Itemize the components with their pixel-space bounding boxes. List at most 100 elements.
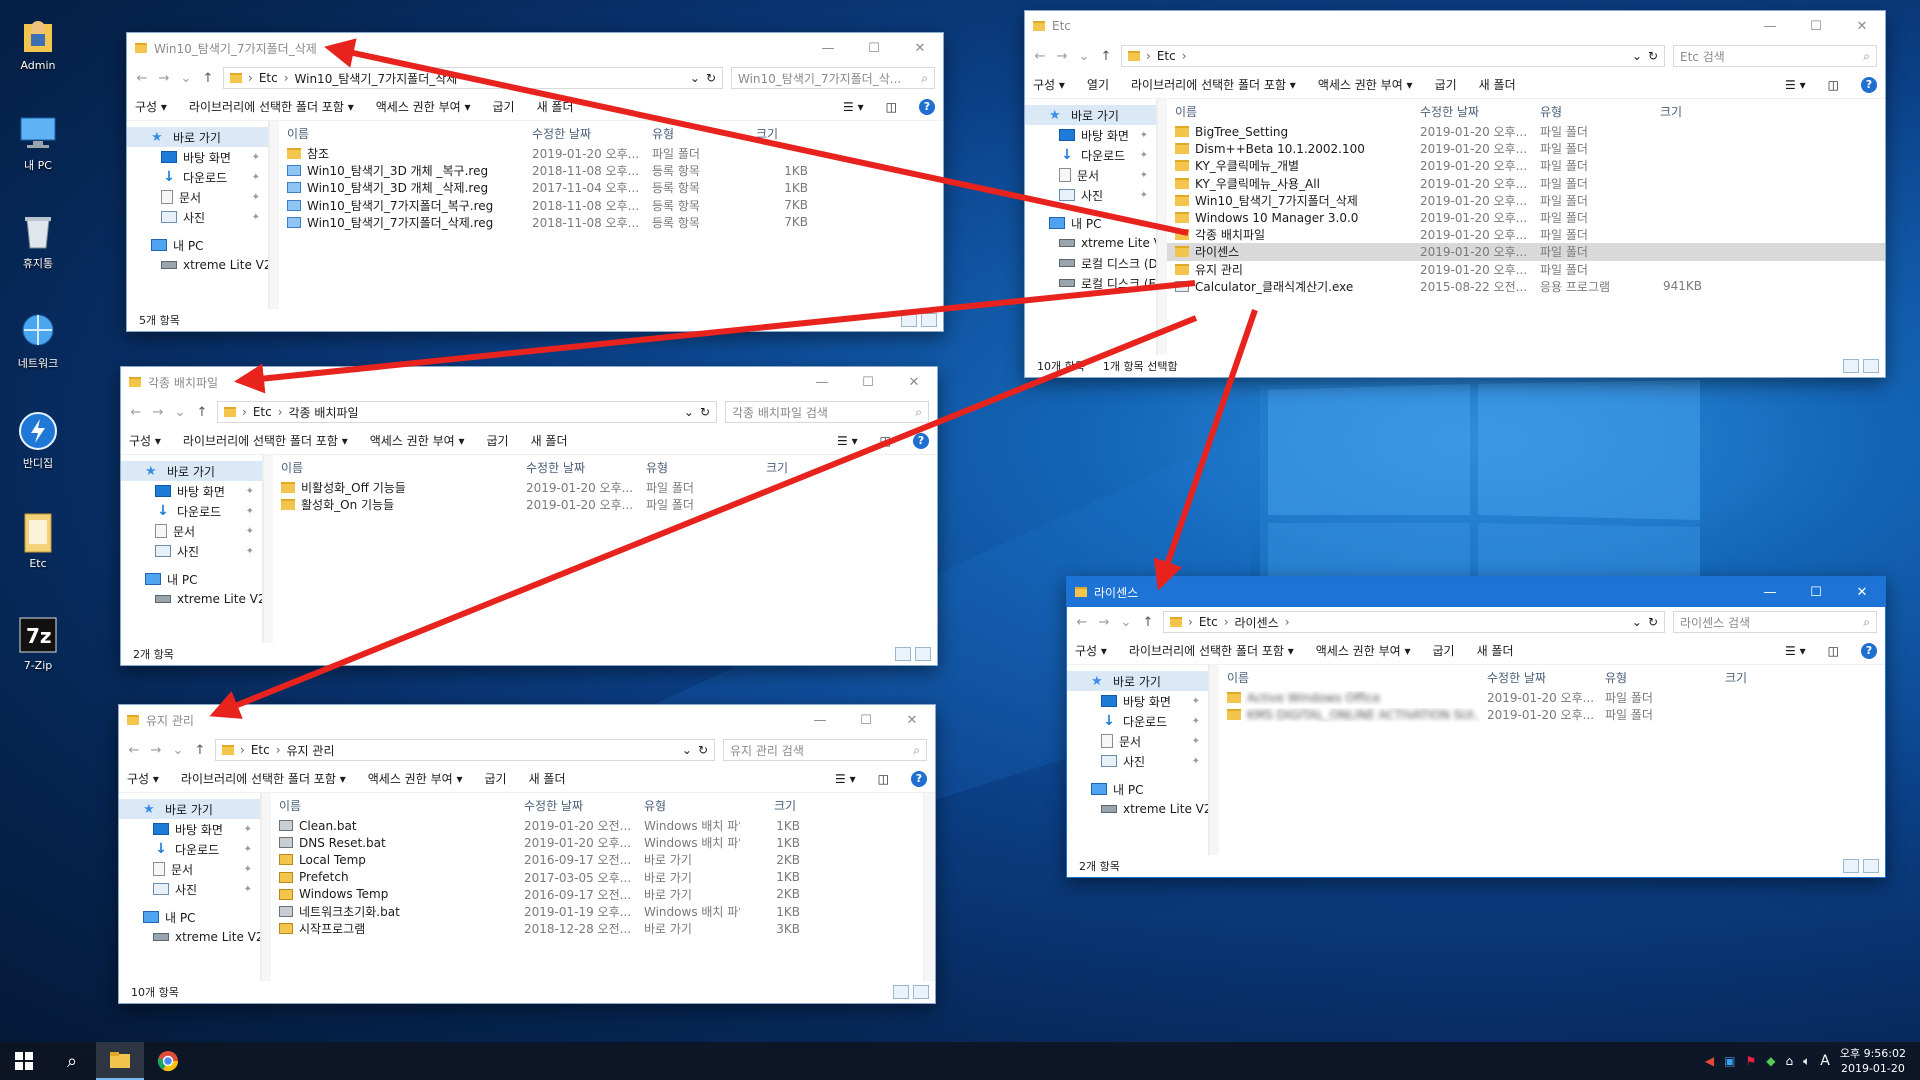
preview-pane-icon[interactable]: ◫ — [880, 434, 891, 448]
nav-scrollbar[interactable] — [269, 121, 279, 309]
preview-pane-icon[interactable]: ◫ — [886, 100, 897, 114]
library-button[interactable]: 라이브러리에 선택한 폴더 포함 ▾ — [181, 770, 346, 787]
nav-documents[interactable]: 문서 ✦ — [1067, 731, 1208, 751]
column-type[interactable]: 유형 — [644, 125, 748, 142]
nav-local-e[interactable]: 로컬 디스크 (E:) — [1025, 273, 1156, 293]
file-row[interactable]: KMS DIGITAL_ONLINE ACTIVATION SUI... 2019… — [1219, 706, 1885, 723]
burn-button[interactable]: 굽기 — [1435, 76, 1457, 93]
nav-desktop[interactable]: 바탕 화면 ✦ — [121, 481, 262, 501]
nav-downloads[interactable]: ↓ 다운로드 ✦ — [119, 839, 260, 859]
file-row[interactable]: Win10_탐색기_7가지폴더_삭제 2019-01-20 오후... 파일 폴더 — [1167, 192, 1885, 209]
desktop-icon-7zip[interactable]: 7z 7-Zip — [6, 614, 70, 672]
nav-documents[interactable]: 문서 ✦ — [119, 859, 260, 879]
share-button[interactable]: 액세스 권한 부여 ▾ — [370, 432, 465, 449]
share-button[interactable]: 액세스 권한 부여 ▾ — [1318, 76, 1413, 93]
nav-quick-access[interactable]: ★ 바로 가기 — [1025, 105, 1156, 125]
file-row[interactable]: 네트워크초기화.bat 2019-01-19 오후... Windows 배치 파일… — [271, 903, 923, 920]
view-options-icon[interactable]: ☰ ▾ — [843, 100, 864, 114]
nav-drive[interactable]: xtreme Lite V2.5 — [1025, 233, 1156, 253]
ime-indicator[interactable]: A — [1820, 1053, 1830, 1069]
new-folder-button[interactable]: 새 폴더 — [1479, 76, 1516, 93]
refresh-icon[interactable]: ↻ — [700, 405, 710, 419]
organize-button[interactable]: 구성 ▾ — [127, 770, 159, 787]
view-options-icon[interactable]: ☰ ▾ — [1785, 644, 1806, 658]
column-modified[interactable]: 수정한 날짜 — [524, 125, 644, 142]
nav-desktop[interactable]: 바탕 화면 ✦ — [1067, 691, 1208, 711]
path-segment[interactable]: 라이센스 — [1235, 614, 1279, 631]
chevron-down-icon[interactable]: ⌄ — [179, 71, 193, 86]
file-row[interactable]: Windows Temp 2016-09-17 오전... 바로 가기 2KB — [271, 886, 923, 903]
minimize-button[interactable]: — — [1747, 19, 1793, 34]
close-button[interactable]: ✕ — [1839, 585, 1885, 600]
column-type[interactable]: 유형 — [1532, 103, 1652, 120]
forward-icon[interactable]: → — [149, 743, 163, 758]
nav-pictures[interactable]: 사진 ✦ — [1025, 185, 1156, 205]
maximize-button[interactable]: ☐ — [1793, 585, 1839, 600]
up-icon[interactable]: ↑ — [193, 743, 207, 758]
desktop-icon-network[interactable]: 네트워크 — [6, 310, 70, 371]
file-row[interactable]: 활성화_On 기능들 2019-01-20 오후... 파일 폴더 — [273, 496, 937, 513]
chevron-down-icon[interactable]: ⌄ — [1632, 615, 1642, 629]
nav-downloads[interactable]: ↓ 다운로드 ✦ — [121, 501, 262, 521]
burn-button[interactable]: 굽기 — [1432, 642, 1454, 659]
column-name[interactable]: 이름 — [1219, 669, 1479, 686]
nav-downloads[interactable]: ↓ 다운로드 ✦ — [127, 167, 268, 187]
explorer-window-maintenance[interactable]: 유지 관리 — ☐ ✕ ← → ⌄ ↑ › Etc › 유지 관리 ⌄ ↻ 유지 관리 검색 ⌕ 구성 … — [118, 704, 936, 1004]
column-name[interactable]: 이름 — [273, 459, 518, 476]
column-type[interactable]: 유형 — [636, 797, 766, 814]
help-icon[interactable]: ? — [919, 98, 935, 115]
details-view-icon[interactable] — [1843, 359, 1859, 373]
help-icon[interactable]: ? — [1861, 642, 1877, 659]
file-row[interactable]: Win10_탐색기_7가지폴더_삭제.reg 2018-11-08 오후... 등록… — [279, 214, 943, 231]
nav-desktop[interactable]: 바탕 화면 ✦ — [119, 819, 260, 839]
title-bar[interactable]: 유지 관리 — ☐ ✕ — [119, 705, 935, 735]
column-type[interactable]: 유형 — [1597, 669, 1717, 686]
nav-downloads[interactable]: ↓ 다운로드 ✦ — [1025, 145, 1156, 165]
library-button[interactable]: 라이브러리에 선택한 폴더 포함 ▾ — [1131, 76, 1296, 93]
file-row[interactable]: Win10_탐색기_7가지폴더_복구.reg 2018-11-08 오후... 등록… — [279, 197, 943, 214]
back-icon[interactable]: ← — [127, 743, 141, 758]
large-icons-view-icon[interactable] — [1863, 859, 1879, 873]
column-size[interactable]: 크기 — [766, 797, 826, 814]
nav-scrollbar[interactable] — [1209, 665, 1219, 855]
refresh-icon[interactable]: ↻ — [706, 71, 716, 85]
back-icon[interactable]: ← — [129, 405, 143, 420]
details-view-icon[interactable] — [1843, 859, 1859, 873]
chevron-down-icon[interactable]: ⌄ — [682, 743, 692, 757]
share-button[interactable]: 액세스 권한 부여 ▾ — [368, 770, 463, 787]
close-button[interactable]: ✕ — [1839, 19, 1885, 34]
file-row[interactable]: 비활성화_Off 기능들 2019-01-20 오후... 파일 폴더 — [273, 479, 937, 496]
column-size[interactable]: 크기 — [758, 459, 818, 476]
burn-button[interactable]: 굽기 — [492, 98, 514, 115]
nav-documents[interactable]: 문서 ✦ — [1025, 165, 1156, 185]
nav-this-pc[interactable]: 내 PC — [119, 907, 260, 927]
path-segment[interactable]: Etc — [259, 71, 278, 85]
path-box[interactable]: › Etc › Win10_탐색기_7가지폴더_삭제 ⌄ ↻ — [223, 67, 723, 89]
share-button[interactable]: 액세스 권한 부여 ▾ — [1316, 642, 1411, 659]
column-modified[interactable]: 수정한 날짜 — [1479, 669, 1597, 686]
maximize-button[interactable]: ☐ — [851, 41, 897, 56]
refresh-icon[interactable]: ↻ — [1648, 615, 1658, 629]
file-row[interactable]: Win10_탐색기_3D 개체 _복구.reg 2018-11-08 오후... 등… — [279, 162, 943, 179]
forward-icon[interactable]: → — [1055, 49, 1069, 64]
nav-this-pc[interactable]: 내 PC — [121, 569, 262, 589]
new-folder-button[interactable]: 새 폴더 — [537, 98, 574, 115]
details-view-icon[interactable] — [893, 985, 909, 999]
preview-pane-icon[interactable]: ◫ — [1828, 644, 1839, 658]
nav-scrollbar[interactable] — [1157, 99, 1167, 355]
search-input[interactable]: 각종 배치파일 검색 ⌕ — [725, 401, 929, 423]
path-box[interactable]: › Etc › ⌄ ↻ — [1121, 45, 1665, 67]
nav-documents[interactable]: 문서 ✦ — [127, 187, 268, 207]
nav-desktop[interactable]: 바탕 화면 ✦ — [127, 147, 268, 167]
path-segment[interactable]: Etc — [251, 743, 270, 757]
view-options-icon[interactable]: ☰ ▾ — [835, 772, 856, 786]
search-button[interactable]: ⌕ — [48, 1042, 96, 1080]
up-icon[interactable]: ↑ — [1141, 615, 1155, 630]
nav-drive[interactable]: xtreme Lite V2.5 — [1067, 799, 1208, 819]
nav-pictures[interactable]: 사진 ✦ — [119, 879, 260, 899]
chevron-down-icon[interactable]: ⌄ — [1077, 49, 1091, 64]
file-row[interactable]: 각종 배치파일 2019-01-20 오후... 파일 폴더 — [1167, 226, 1885, 243]
nav-drive[interactable]: xtreme Lite V2.5 — [127, 255, 268, 275]
explorer-window-win10-folder[interactable]: Win10_탐색기_7가지폴더_삭제 — ☐ ✕ ← → ⌄ ↑ › Etc › Win10_탐색… — [126, 32, 944, 332]
desktop-icon-bandizip[interactable]: 반디집 — [6, 410, 70, 471]
